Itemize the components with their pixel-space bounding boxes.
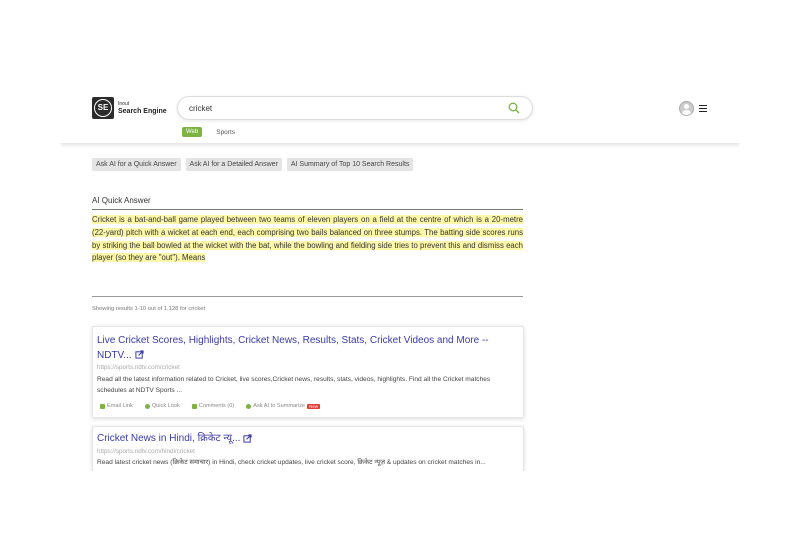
result-card: Live Cricket Scores, Highlights, Cricket… xyxy=(92,326,524,418)
email-icon xyxy=(100,403,105,409)
result-snippet: Read latest cricket news (क्रिकेट समाचार… xyxy=(97,459,486,466)
chat-icon xyxy=(246,403,252,409)
comments-button[interactable]: Comments (0) xyxy=(191,403,234,409)
email-link-button[interactable]: Email Link xyxy=(100,403,133,409)
site-logo[interactable]: SE Inout Search Engine xyxy=(92,97,167,119)
result-card: Cricket News in Hindi, क्रिकेट न्यू... h… xyxy=(92,426,524,471)
quick-answer-title: AI Quick Answer xyxy=(92,196,151,205)
result-url: https://sports.ndtv.com/hindi/cricket xyxy=(97,448,195,455)
search-input[interactable] xyxy=(187,100,491,117)
external-link-icon[interactable] xyxy=(243,434,253,443)
ai-detailed-answer-button[interactable]: Ask AI for a Detailed Answer xyxy=(185,158,282,171)
result-actions: Email Link Quick Look Comments (0) Ask A… xyxy=(100,403,332,409)
logo-small-text: Inout xyxy=(118,101,130,107)
search-box xyxy=(177,96,533,120)
result-url: https://sports.ndtv.com/cricket xyxy=(97,364,180,371)
quick-look-icon xyxy=(144,403,150,409)
search-icon[interactable] xyxy=(508,102,520,114)
new-badge: New xyxy=(307,403,320,409)
logo-mark: SE xyxy=(92,97,114,119)
ai-button-bar: Ask AI for a Quick Answer Ask AI for a D… xyxy=(92,158,418,171)
ai-summary-button[interactable]: AI Summary of Top 10 Search Results xyxy=(286,158,414,171)
comments-icon xyxy=(191,403,197,409)
top-header: SE Inout Search Engine Web Sports xyxy=(60,86,740,143)
quick-look-button[interactable]: Quick Look xyxy=(144,403,180,409)
result-title-link[interactable]: Cricket News in Hindi, क्रिकेट न्यू... xyxy=(97,432,502,447)
external-link-icon[interactable] xyxy=(135,350,144,359)
quick-answer-text: Cricket is a bat-and-ball game played be… xyxy=(92,215,523,263)
logo-name: Search Engine xyxy=(118,108,167,115)
tab-sports[interactable]: Sports xyxy=(216,129,235,136)
result-snippet: Read all the latest information related … xyxy=(97,376,491,394)
results-count: Showing results 1-10 out of 1,128 for cr… xyxy=(92,306,206,312)
user-area xyxy=(679,101,707,116)
quick-answer-divider xyxy=(92,209,523,210)
tab-web[interactable]: Web xyxy=(182,127,203,137)
hamburger-menu-icon[interactable] xyxy=(699,105,707,113)
results-divider xyxy=(92,296,523,297)
ai-quick-answer-button[interactable]: Ask AI for a Quick Answer xyxy=(92,158,181,171)
search-tabs: Web Sports xyxy=(182,127,235,137)
browser-viewport: SE Inout Search Engine Web Sports Ask AI xyxy=(60,86,740,471)
ask-ai-summarize-button[interactable]: Ask AI to Summarize New xyxy=(246,403,320,409)
avatar[interactable] xyxy=(679,101,694,116)
result-title-link[interactable]: Live Cricket Scores, Highlights, Cricket… xyxy=(97,334,502,363)
